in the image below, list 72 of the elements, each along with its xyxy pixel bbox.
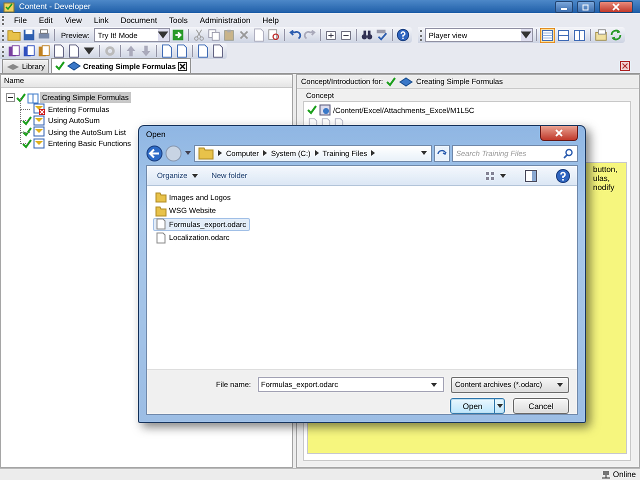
topic-icon — [33, 126, 45, 138]
note-text: nodify — [593, 183, 616, 192]
breadcrumb-arrow-icon[interactable] — [262, 149, 268, 157]
caret-icon[interactable] — [499, 172, 507, 180]
collapse-toggle-icon[interactable] — [6, 93, 15, 102]
layout-icon[interactable] — [540, 28, 555, 42]
book-icon[interactable] — [7, 44, 21, 58]
caret-icon — [430, 380, 438, 388]
breadcrumb-arrow-icon[interactable] — [217, 149, 223, 157]
undo-arrow-icon[interactable] — [288, 28, 302, 42]
minus-box-icon[interactable] — [338, 28, 353, 42]
clipboard-icon[interactable] — [222, 28, 236, 42]
layout-icon[interactable] — [556, 28, 571, 42]
close-tab-icon[interactable] — [178, 62, 187, 70]
refresh-button[interactable] — [434, 144, 450, 162]
menu-item[interactable]: File — [8, 16, 33, 24]
folder-icon — [155, 191, 167, 204]
folder-icon — [198, 145, 214, 161]
breadcrumb-arrow-icon[interactable] — [370, 149, 376, 157]
open-button[interactable]: Open — [450, 398, 505, 414]
menu-item[interactable]: Edit — [32, 16, 59, 24]
document-icon — [155, 218, 167, 230]
binoculars-icon[interactable] — [360, 28, 374, 42]
view-options-icon[interactable] — [485, 170, 495, 180]
app-icon — [3, 0, 15, 12]
close-button[interactable] — [599, 0, 633, 12]
dialog-title: Open — [146, 130, 166, 139]
topic-icon — [33, 114, 45, 127]
properties-icon[interactable] — [594, 28, 608, 42]
caret-icon — [496, 402, 504, 410]
spell-check-icon[interactable] — [374, 28, 389, 42]
book-icon[interactable] — [37, 44, 51, 58]
note-text: ulas, — [593, 174, 611, 183]
menu-item[interactable]: Help — [256, 16, 285, 24]
layout-icon[interactable] — [572, 28, 587, 42]
close-icon — [555, 129, 563, 137]
help-icon[interactable] — [555, 168, 571, 184]
back-button[interactable] — [146, 144, 163, 162]
book-icon[interactable] — [22, 44, 36, 58]
preview-pane-icon[interactable] — [525, 170, 537, 182]
window-title: Content - Developer — [19, 2, 91, 11]
maximize-button[interactable] — [577, 0, 595, 12]
menu-item[interactable]: View — [58, 16, 88, 24]
restore-icon — [582, 2, 590, 10]
minimize-button[interactable] — [555, 0, 573, 12]
cancel-button[interactable]: Cancel — [513, 398, 569, 414]
refresh-icon[interactable] — [608, 28, 623, 42]
book-icon — [66, 61, 81, 71]
close-button[interactable] — [540, 126, 578, 141]
web-page-icon — [319, 104, 331, 116]
menu-item[interactable]: Tools — [163, 16, 194, 24]
close-icon — [612, 2, 620, 10]
status-text: Online — [612, 470, 636, 479]
search-icon — [563, 148, 574, 158]
library-icon — [6, 62, 20, 72]
help-icon[interactable] — [396, 28, 410, 42]
caret-icon — [556, 380, 564, 388]
breadcrumb-arrow-icon[interactable] — [314, 149, 320, 157]
menu-item[interactable]: Link — [88, 16, 115, 24]
menu-item[interactable]: Document — [114, 16, 164, 24]
close-pane-icon[interactable] — [620, 61, 630, 71]
menu-item[interactable]: Administration — [194, 16, 256, 24]
folder-icon — [155, 204, 167, 217]
book-icon — [27, 92, 39, 104]
address-dropdown-icon[interactable] — [420, 149, 428, 157]
plus-box-icon[interactable] — [324, 28, 338, 42]
document-icon — [155, 232, 167, 244]
network-icon — [600, 470, 611, 480]
topic-icon — [33, 138, 45, 150]
note-text: button, — [593, 165, 618, 174]
history-dropdown-icon[interactable] — [184, 149, 192, 157]
scissors-icon[interactable] — [192, 28, 206, 42]
